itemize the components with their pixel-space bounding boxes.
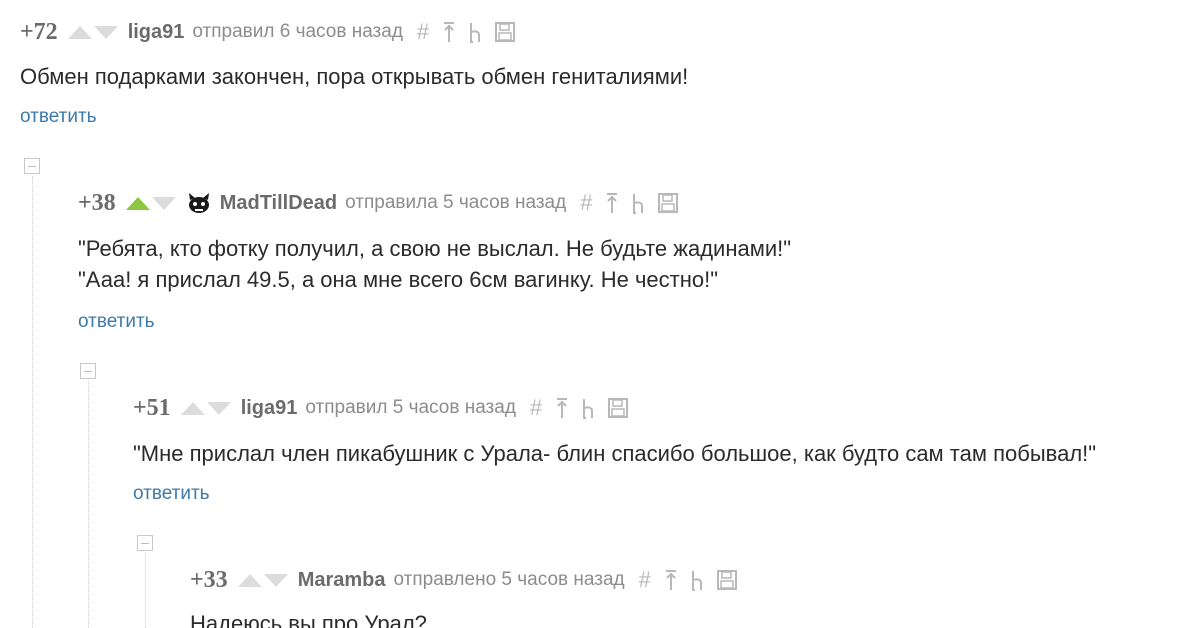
save-icon[interactable] [658,193,679,213]
parent-arrow-icon[interactable] [606,192,618,214]
comment-timestamp: отправил 6 часов назад [192,21,403,42]
hash-icon[interactable]: # [530,397,542,419]
comment-header: +51 liga91 отправил 5 часов назад # [133,393,629,423]
comment-text-line: Надеюсь вы про Урал? [190,611,427,628]
parent-arrow-icon[interactable] [443,21,455,43]
parent-arrow-icon[interactable] [665,569,677,591]
reply-link[interactable]: ответить [78,311,155,333]
avatar[interactable] [186,192,212,214]
branch-icon[interactable] [632,192,644,214]
comment-author[interactable]: MadTillDead [220,192,337,215]
upvote-button[interactable] [67,25,92,39]
thread-line [145,553,146,628]
branch-icon[interactable] [469,21,481,43]
comment-header: +38 MadTillDead отправила 5 часов назад … [78,188,679,218]
comment-rating: +51 [133,394,171,421]
comment-text-line: "Ааа! я прислал 49.5, а она мне всего 6с… [78,267,719,292]
hash-icon[interactable]: # [639,569,651,591]
reply-link[interactable]: ответить [20,106,97,128]
comment-author[interactable]: Maramba [298,569,386,592]
comment-tools: # [530,397,629,419]
comment-text-line: "Ребята, кто фотку получил, а свою не вы… [78,236,792,261]
comment-timestamp: отправил 5 часов назад [305,397,516,418]
save-icon[interactable] [495,22,516,42]
vote-controls [180,401,231,415]
comment-text-line: "Мне прислал член пикабушник с Урала- бл… [133,441,1097,466]
comment-timestamp: отправлено 5 часов назад [393,569,625,590]
comment-body: "Мне прислал член пикабушник с Урала- бл… [133,438,1096,469]
comment-tools: # [417,21,516,43]
comment-tools: # [580,192,679,214]
comment-author[interactable]: liga91 [128,21,185,44]
comment-timestamp: отправила 5 часов назад [345,192,567,213]
downvote-button[interactable] [93,25,118,39]
comment-rating: +72 [20,18,58,45]
comment-body: "Ребята, кто фотку получил, а свою не вы… [78,233,791,295]
comment-header: +33 Maramba отправлено 5 часов назад # [190,565,737,595]
comment-rating: +38 [78,189,116,216]
save-icon[interactable] [716,570,737,590]
collapse-toggle[interactable] [137,535,153,551]
vote-controls [125,196,176,210]
hash-icon[interactable]: # [417,21,429,43]
comment-author[interactable]: liga91 [241,397,298,420]
save-icon[interactable] [608,398,629,418]
hash-icon[interactable]: # [580,192,592,214]
comment-tools: # [639,569,737,591]
branch-icon[interactable] [691,569,703,591]
comment-header: +72 liga91 отправил 6 часов назад # [20,17,516,47]
downvote-button[interactable] [206,401,231,415]
comment-rating: +33 [190,566,228,593]
thread-line [32,176,33,628]
comment-text-line: Обмен подарками закончен, пора открывать… [20,64,689,89]
parent-arrow-icon[interactable] [556,397,568,419]
upvote-button[interactable] [237,573,262,587]
downvote-button[interactable] [263,573,288,587]
branch-icon[interactable] [582,397,594,419]
comment-body: Надеюсь вы про Урал? [190,608,427,628]
vote-controls [67,25,118,39]
comment-body: Обмен подарками закончен, пора открывать… [20,61,688,92]
reply-link[interactable]: ответить [133,483,210,505]
upvote-button[interactable] [180,401,205,415]
collapse-toggle[interactable] [80,363,96,379]
downvote-button[interactable] [151,196,176,210]
upvote-button[interactable] [125,196,150,210]
collapse-toggle[interactable] [24,158,40,174]
vote-controls [237,573,288,587]
thread-line [88,381,89,628]
